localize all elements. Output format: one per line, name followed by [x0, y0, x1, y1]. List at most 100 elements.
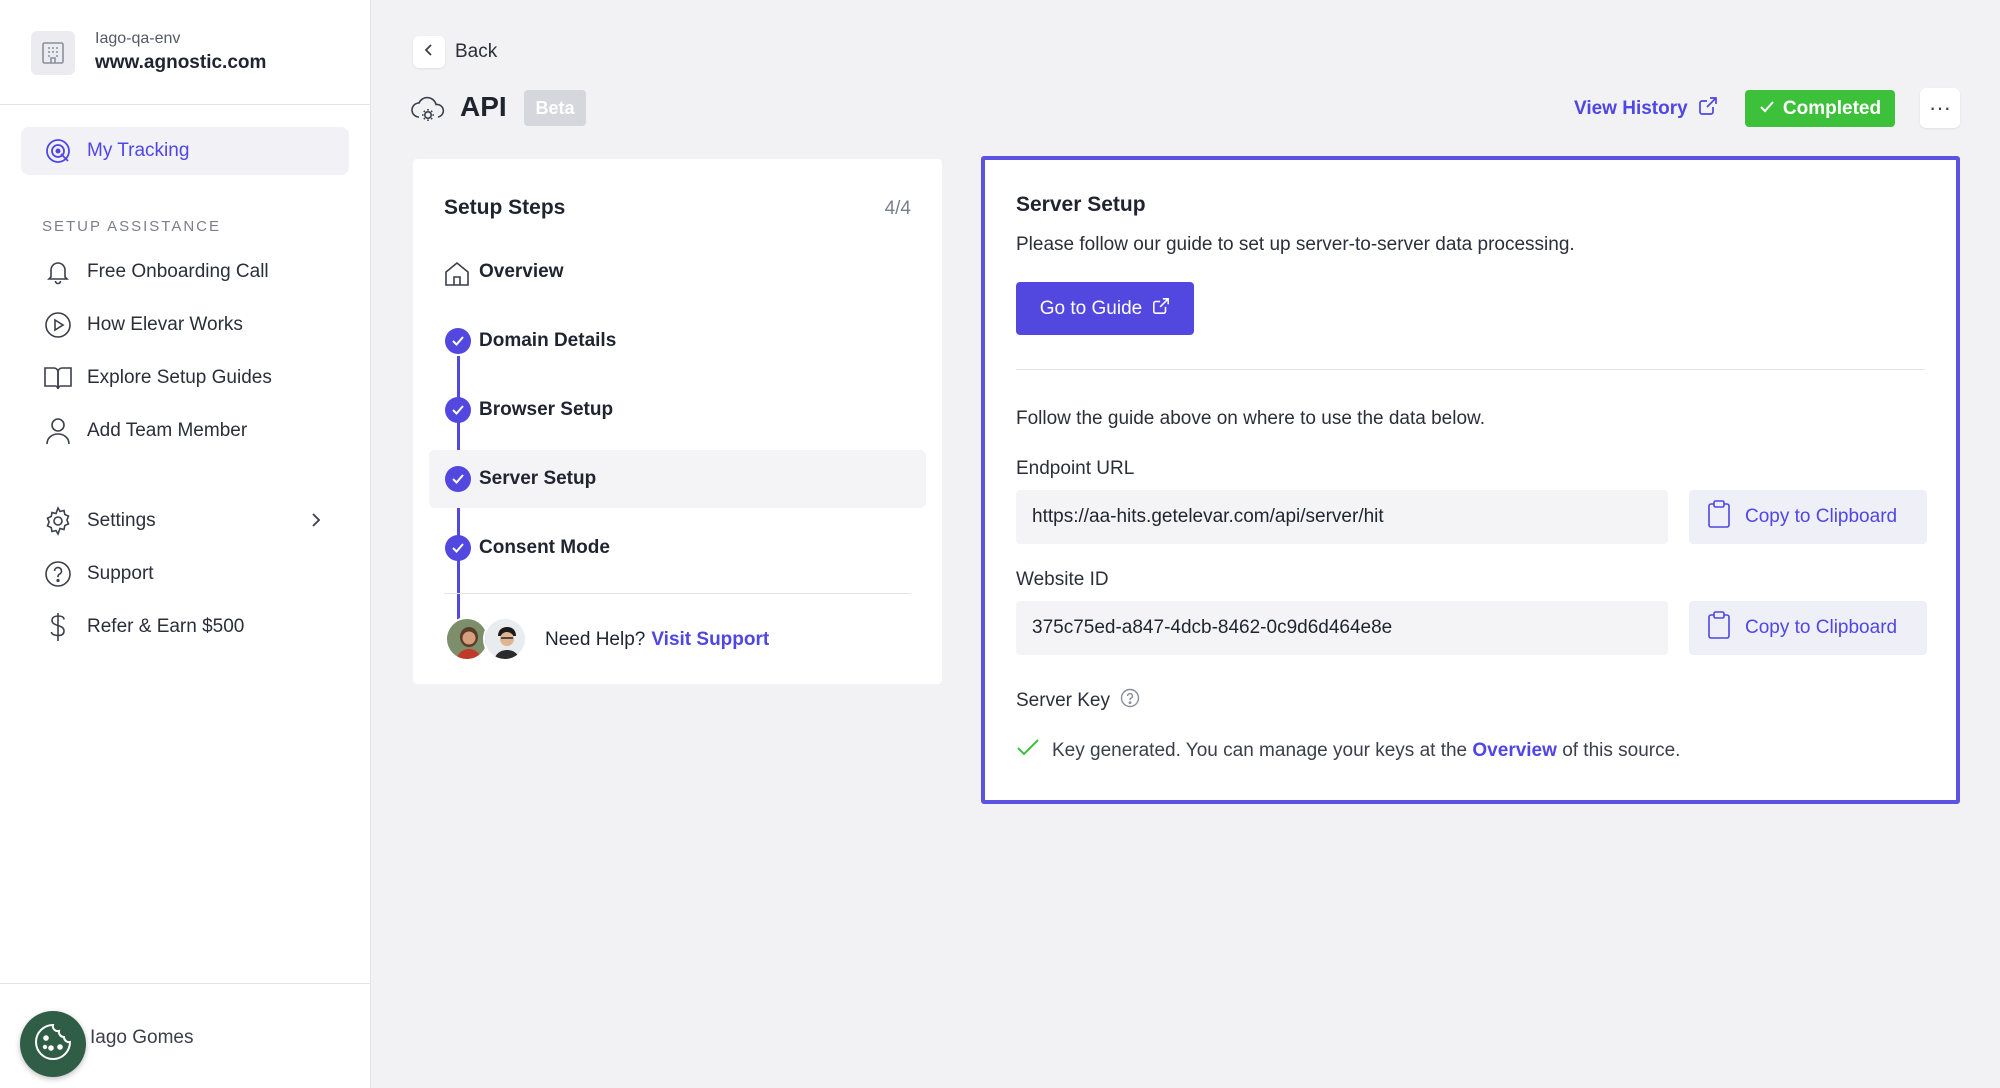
org-domain: www.agnostic.com: [95, 52, 267, 73]
cookie-icon: [33, 1022, 73, 1067]
key-status-suffix: of this source.: [1562, 740, 1681, 761]
sidebar-item-support[interactable]: Support: [21, 550, 349, 598]
org-env: Iago-qa-env: [95, 30, 181, 47]
overview-link[interactable]: Overview: [1472, 740, 1557, 761]
steps-count: 4/4: [884, 198, 911, 219]
cloud-gear-icon: [410, 91, 446, 127]
sidebar-item-how-elevar-works[interactable]: How Elevar Works: [21, 301, 349, 349]
website-id-label: Website ID: [1016, 569, 1109, 590]
help-text: Need Help? Visit Support: [545, 629, 769, 651]
dollar-icon: [43, 612, 73, 642]
gear-icon: [43, 506, 73, 536]
external-link-icon: [1152, 297, 1170, 321]
bell-icon: [43, 257, 73, 287]
sidebar-item-label: Free Onboarding Call: [87, 261, 269, 282]
user-name[interactable]: Iago Gomes: [90, 1027, 194, 1049]
book-icon: [43, 363, 73, 393]
ellipsis-icon: ···: [1929, 95, 1951, 120]
play-icon: [43, 310, 73, 340]
endpoint-url-value: https://aa-hits.getelevar.com/api/server…: [1032, 506, 1384, 527]
step-check-icon: [445, 328, 471, 354]
clipboard-icon: [1707, 499, 1731, 535]
check-icon: [1016, 738, 1040, 764]
setup-steps-card: Setup Steps 4/4 Overview Domain Details …: [413, 159, 942, 684]
home-icon: [443, 260, 471, 288]
clipboard-icon: [1707, 610, 1731, 646]
step-browser-setup[interactable]: Browser Setup: [429, 381, 926, 439]
sidebar-item-label: Support: [87, 563, 154, 584]
view-history-label: View History: [1574, 98, 1688, 119]
step-label: Consent Mode: [479, 537, 610, 558]
server-setup-title: Server Setup: [1016, 193, 1146, 216]
view-history-link[interactable]: View History: [1574, 96, 1718, 122]
sidebar-item-label: Add Team Member: [87, 420, 248, 441]
sidebar-item-explore-setup-guides[interactable]: Explore Setup Guides: [21, 354, 349, 402]
cookie-settings-button[interactable]: [20, 1011, 86, 1077]
sidebar-item-label: Explore Setup Guides: [87, 367, 272, 388]
server-setup-card: Server Setup Please follow our guide to …: [981, 156, 1960, 804]
copy-endpoint-button[interactable]: Copy to Clipboard: [1689, 490, 1927, 544]
step-server-setup[interactable]: Server Setup: [429, 450, 926, 508]
copy-label: Copy to Clipboard: [1745, 617, 1898, 638]
tracking-icon: [43, 136, 73, 166]
step-check-icon: [445, 466, 471, 492]
sidebar-item-label: My Tracking: [87, 140, 190, 161]
page-title: API: [460, 91, 507, 122]
server-key-label: Server Key: [1016, 688, 1140, 714]
org-switcher[interactable]: Iago-qa-env www.agnostic.com: [0, 0, 371, 105]
server-setup-divider: [1016, 369, 1925, 370]
section-label-setup-assistance: SETUP ASSISTANCE: [42, 218, 221, 235]
key-status-text: Key generated. You can manage your keys …: [1052, 740, 1680, 762]
sidebar-item-label: How Elevar Works: [87, 314, 243, 335]
sidebar-item-label: Refer & Earn $500: [87, 616, 245, 637]
step-label: Overview: [479, 261, 564, 282]
question-icon: [43, 559, 73, 589]
step-consent-mode[interactable]: Consent Mode: [429, 519, 926, 577]
back-label[interactable]: Back: [455, 41, 497, 63]
guide-button-label: Go to Guide: [1039, 297, 1143, 319]
step-label: Browser Setup: [479, 399, 614, 420]
sidebar-item-settings[interactable]: Settings: [21, 497, 349, 545]
endpoint-url-field[interactable]: https://aa-hits.getelevar.com/api/server…: [1016, 490, 1668, 544]
external-link-icon: [1698, 96, 1718, 122]
support-avatars: [445, 617, 529, 661]
website-id-value: 375c75ed-a847-4dcb-8462-0c9d6d464e8e: [1032, 617, 1393, 638]
step-check-icon: [445, 535, 471, 561]
chevron-right-icon: [309, 511, 323, 535]
sidebar: Iago-qa-env www.agnostic.com My Tracking…: [0, 0, 371, 1088]
help-label: Need Help?: [545, 629, 646, 650]
website-id-field[interactable]: 375c75ed-a847-4dcb-8462-0c9d6d464e8e: [1016, 601, 1668, 655]
avatar: [483, 617, 527, 661]
more-options-button[interactable]: ···: [1920, 88, 1960, 128]
sidebar-item-add-team-member[interactable]: Add Team Member: [21, 407, 349, 455]
copy-label: Copy to Clipboard: [1745, 506, 1898, 527]
step-domain-details[interactable]: Domain Details: [429, 312, 926, 370]
key-status: Key generated. You can manage your keys …: [1016, 738, 1680, 764]
step-label: Server Setup: [479, 468, 597, 489]
server-key-text: Server Key: [1016, 690, 1110, 711]
copy-website-id-button[interactable]: Copy to Clipboard: [1689, 601, 1927, 655]
step-check-icon: [445, 397, 471, 423]
beta-badge: Beta: [524, 90, 586, 126]
visit-support-link[interactable]: Visit Support: [651, 629, 769, 650]
user-icon: [43, 416, 73, 446]
step-label: Domain Details: [479, 330, 617, 351]
status-badge: Completed: [1745, 90, 1895, 127]
sidebar-footer: Iago Gomes: [0, 983, 371, 1088]
chevron-left-icon: [423, 42, 435, 63]
server-setup-description: Please follow our guide to set up server…: [1016, 234, 1575, 255]
follow-guide-text: Follow the guide above on where to use t…: [1016, 408, 1485, 429]
building-icon: [31, 31, 75, 75]
key-status-prefix: Key generated. You can manage your keys …: [1052, 740, 1468, 761]
sidebar-item-refer-earn[interactable]: Refer & Earn $500: [21, 603, 349, 651]
go-to-guide-button[interactable]: Go to Guide: [1016, 282, 1194, 335]
steps-divider: [444, 593, 911, 594]
status-label: Completed: [1782, 97, 1882, 119]
help-circle-icon[interactable]: [1120, 688, 1140, 714]
sidebar-item-my-tracking[interactable]: My Tracking: [21, 127, 349, 175]
steps-title: Setup Steps: [444, 196, 566, 219]
sidebar-item-free-onboarding-call[interactable]: Free Onboarding Call: [21, 248, 349, 296]
back-button[interactable]: [413, 36, 445, 68]
step-overview[interactable]: Overview: [429, 243, 926, 301]
sidebar-item-label: Settings: [87, 510, 156, 531]
